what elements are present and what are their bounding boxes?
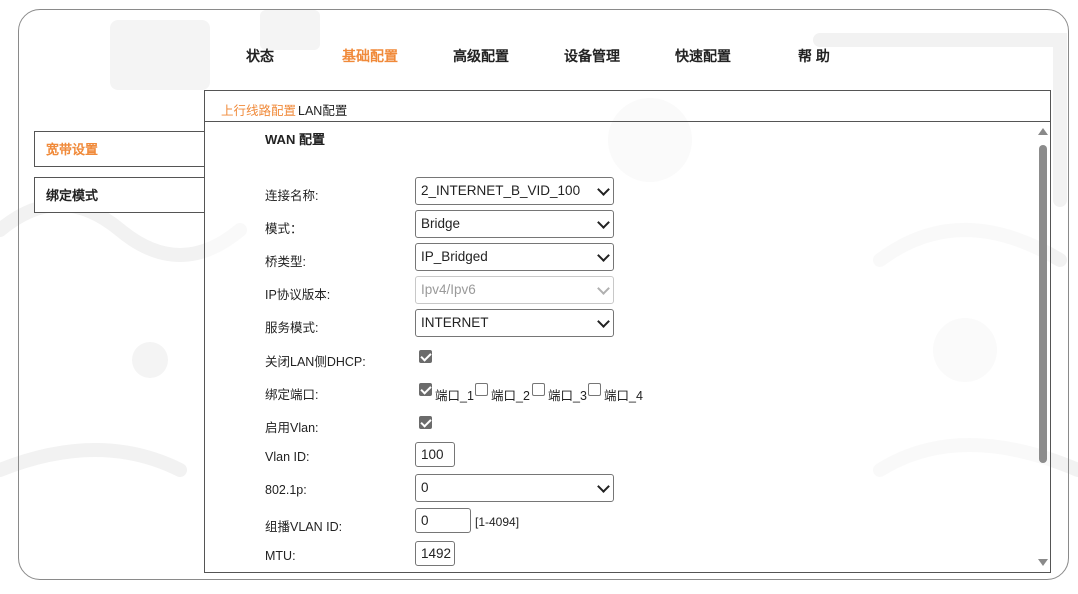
- port-4-checkbox[interactable]: [588, 383, 601, 396]
- mode-label: 模式：: [265, 222, 303, 236]
- port-2-label: 端口_2: [491, 389, 530, 403]
- nav-status[interactable]: 状态: [246, 46, 274, 66]
- nav-basic-config[interactable]: 基础配置: [342, 46, 398, 66]
- vlan-id-input[interactable]: 100: [415, 442, 455, 467]
- content-panel: 上行线路配置 LAN配置 WAN 配置 连接名称: 2_INTERNET_B_V…: [204, 90, 1051, 573]
- disable-lan-dhcp-label: 关闭LAN侧DHCP:: [265, 355, 366, 369]
- chevron-down-icon: [597, 216, 610, 229]
- scroll-down-arrow-icon[interactable]: [1038, 559, 1048, 566]
- content-scrollbar[interactable]: [1038, 128, 1048, 566]
- mode-value: Bridge: [421, 216, 461, 231]
- connection-name-select[interactable]: 2_INTERNET_B_VID_100: [415, 177, 614, 205]
- enable-vlan-checkbox[interactable]: [419, 416, 432, 429]
- multicast-vlan-id-label: 组播VLAN ID:: [265, 520, 343, 534]
- mode-select[interactable]: Bridge: [415, 210, 614, 238]
- service-mode-label: 服务模式:: [265, 321, 319, 335]
- nav-device-management[interactable]: 设备管理: [564, 46, 620, 66]
- scroll-up-arrow-icon[interactable]: [1038, 128, 1048, 135]
- bridge-type-value: IP_Bridged: [421, 249, 488, 264]
- chevron-down-icon: [597, 183, 610, 196]
- sub-tabs: 上行线路配置 LAN配置: [205, 91, 1050, 122]
- scroll-thumb[interactable]: [1039, 145, 1047, 463]
- priority-8021p-value: 0: [421, 480, 429, 495]
- multicast-vlan-id-input[interactable]: 0: [415, 508, 471, 533]
- port-4-label: 端口_4: [604, 389, 643, 403]
- sidebar-item-binding-mode[interactable]: 绑定模式: [34, 177, 205, 213]
- nav-advanced-config[interactable]: 高级配置: [453, 46, 509, 66]
- connection-name-value: 2_INTERNET_B_VID_100: [421, 183, 581, 198]
- nav-quick-config[interactable]: 快速配置: [675, 46, 731, 66]
- ip-version-label: IP协议版本:: [265, 288, 331, 302]
- sidebar-item-broadband[interactable]: 宽带设置: [34, 131, 205, 167]
- tab-uplink-config[interactable]: 上行线路配置: [221, 100, 296, 119]
- priority-8021p-label: 802.1p:: [265, 483, 307, 497]
- bridge-type-select[interactable]: IP_Bridged: [415, 243, 614, 271]
- mtu-label: MTU:: [265, 549, 296, 563]
- priority-8021p-select[interactable]: 0: [415, 474, 614, 502]
- service-mode-value: INTERNET: [421, 315, 489, 330]
- multicast-vlan-id-hint: [1-4094]: [475, 515, 520, 529]
- port-1-label: 端口_1: [435, 389, 474, 403]
- chevron-down-icon: [597, 480, 610, 493]
- chevron-down-icon: [597, 249, 610, 262]
- port-1-checkbox[interactable]: [419, 383, 432, 396]
- ip-version-value: Ipv4/Ipv6: [421, 282, 476, 297]
- ip-version-select: Ipv4/Ipv6: [415, 276, 614, 304]
- chevron-down-icon: [597, 282, 610, 295]
- disable-lan-dhcp-checkbox[interactable]: [419, 350, 432, 363]
- tab-lan-config[interactable]: LAN配置: [298, 100, 347, 119]
- nav-help[interactable]: 帮 助: [798, 46, 830, 66]
- section-title: WAN 配置: [265, 132, 325, 147]
- service-mode-select[interactable]: INTERNET: [415, 309, 614, 337]
- enable-vlan-label: 启用Vlan:: [265, 421, 319, 435]
- vlan-id-label: Vlan ID:: [265, 450, 310, 464]
- bind-ports-label: 绑定端口:: [265, 388, 319, 402]
- chevron-down-icon: [597, 315, 610, 328]
- bridge-type-label: 桥类型:: [265, 255, 306, 269]
- port-3-label: 端口_3: [548, 389, 587, 403]
- port-3-checkbox[interactable]: [532, 383, 545, 396]
- port-2-checkbox[interactable]: [475, 383, 488, 396]
- mtu-input[interactable]: 1492: [415, 541, 455, 566]
- connection-name-label: 连接名称:: [265, 189, 319, 203]
